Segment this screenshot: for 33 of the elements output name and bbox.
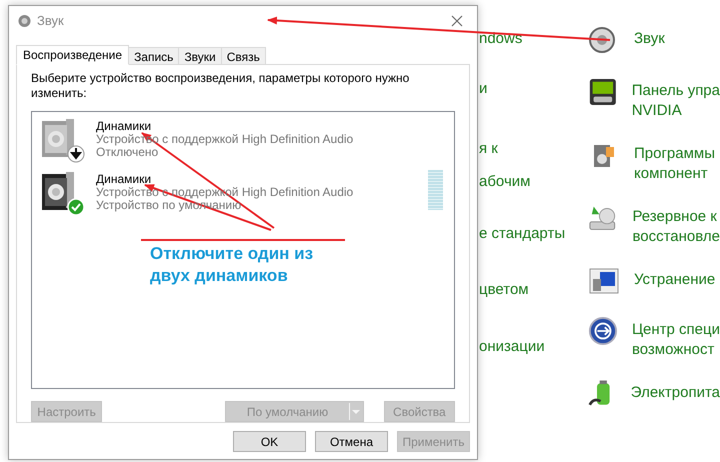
link-text[interactable]: абочим <box>479 172 566 192</box>
link-text[interactable]: цветом <box>479 280 566 300</box>
link-text[interactable]: Электропита <box>630 383 720 403</box>
close-icon[interactable] <box>451 15 463 27</box>
link-text[interactable]: Программы <box>634 144 716 164</box>
instruction-text: Выберите устройство воспроизведения, параметры которого нужно изменить: <box>31 71 410 101</box>
link-text[interactable]: Устранение <box>634 270 716 290</box>
link-text[interactable]: е стандарты <box>479 224 566 244</box>
link-text[interactable]: Центр специ <box>632 320 720 340</box>
tab[interactable]: Звуки <box>179 47 222 65</box>
graphics-card-icon[interactable] <box>588 76 618 108</box>
link-text[interactable]: Панель упра <box>632 81 720 101</box>
link-text[interactable]: ndows <box>479 29 566 49</box>
link-text[interactable]: онизации <box>479 337 566 357</box>
device-status: Отключено <box>96 146 160 159</box>
device-name: Динамики <box>96 120 152 133</box>
speaker-icon <box>18 14 31 28</box>
tab[interactable]: Запись <box>129 47 180 65</box>
link-text[interactable]: NVIDIA <box>632 101 720 121</box>
link-text[interactable]: Звук <box>634 29 665 49</box>
link-text[interactable]: восстановле <box>632 227 720 247</box>
window-title: Звук <box>37 12 64 30</box>
button[interactable]: OK <box>233 431 306 452</box>
device-name: Динамики <box>96 173 152 186</box>
button[interactable]: Отмена <box>315 431 388 452</box>
tab[interactable]: Воспроизведение <box>16 45 130 65</box>
tab[interactable]: Связь <box>222 47 266 65</box>
link-text[interactable]: и <box>479 79 566 99</box>
link-text[interactable]: Резервное к <box>632 207 720 227</box>
annotation-text: Отключите один из двух динамиков <box>150 243 314 287</box>
link-text[interactable]: возможност <box>632 340 720 360</box>
link-text[interactable]: компонент <box>634 164 716 184</box>
link-text[interactable]: я к <box>479 139 566 159</box>
